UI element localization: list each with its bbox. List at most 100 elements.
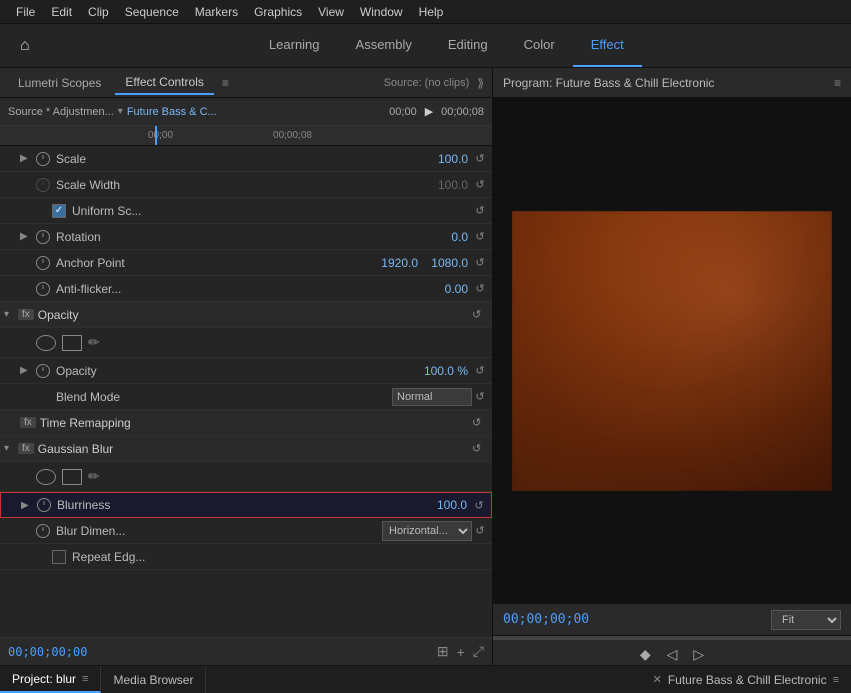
blur-dimensions-dropdown[interactable]: Horizontal... Vertical Horizontal and Ve… — [382, 521, 472, 541]
reset-gaussian-blur[interactable]: ↺ — [472, 442, 488, 455]
blend-mode-dropdown[interactable]: Normal Dissolve Darken Multiply — [392, 388, 472, 406]
timeline-close-icon[interactable]: ✕ — [653, 673, 662, 686]
reset-opacity-section[interactable]: ↺ — [472, 308, 488, 321]
source-header: Source * Adjustmen... ▾ Future Bass & C.… — [0, 98, 492, 126]
label-scale: Scale — [52, 152, 422, 166]
reset-blurriness[interactable]: ↺ — [471, 499, 487, 512]
reset-anchor[interactable]: ↺ — [472, 256, 488, 269]
stopwatch-anchor[interactable] — [34, 254, 52, 272]
stopwatch-blurriness[interactable] — [35, 496, 53, 514]
reset-anti-flicker[interactable]: ↺ — [472, 282, 488, 295]
program-menu-icon[interactable]: ≡ — [834, 76, 841, 90]
home-button[interactable]: ⌂ — [8, 24, 42, 67]
tool-pen-gaussian[interactable]: ✏ — [88, 468, 100, 485]
tool-rectangle[interactable] — [62, 335, 82, 351]
value-anti-flicker[interactable]: 0.00 — [422, 282, 472, 296]
stopwatch-icon-blurriness — [37, 498, 51, 512]
out-point-button[interactable]: ▷ — [693, 646, 704, 663]
reset-time-remapping[interactable]: ↺ — [472, 416, 488, 429]
expand-opacity[interactable]: ▶ — [20, 365, 34, 376]
checkbox-uniform-scale[interactable] — [52, 204, 66, 218]
expand-scale[interactable]: ▶ — [20, 153, 34, 164]
source-clip-name[interactable]: Future Bass & C... — [127, 106, 217, 118]
tab-editing[interactable]: Editing — [430, 24, 506, 67]
value-blurriness[interactable]: 100.0 — [421, 498, 471, 512]
project-tab-menu[interactable]: ≡ — [82, 673, 88, 685]
stopwatch-anti-flicker[interactable] — [34, 280, 52, 298]
menu-bar: File Edit Clip Sequence Markers Graphics… — [0, 0, 851, 24]
reset-scale[interactable]: ↺ — [472, 152, 488, 165]
workspace-bar: ⌂ Learning Assembly Editing Color Effect — [0, 24, 851, 68]
stopwatch-scale[interactable] — [34, 150, 52, 168]
in-point-button[interactable]: ◁ — [667, 646, 678, 663]
tab-color[interactable]: Color — [506, 24, 573, 67]
effect-controls-content[interactable]: ▶ Scale 100.0 ↺ Scale Width 100.0 ↺ — [0, 146, 492, 637]
panel-menu-icon[interactable]: ≡ — [222, 76, 229, 90]
progress-bar[interactable] — [493, 636, 851, 640]
value-rotation[interactable]: 0.0 — [422, 230, 472, 244]
value-anchor-x[interactable]: 1920.0 — [372, 256, 422, 270]
menu-view[interactable]: View — [310, 3, 352, 21]
tab-assembly[interactable]: Assembly — [338, 24, 430, 67]
add-marker-button[interactable]: + — [457, 644, 465, 660]
reset-opacity-value[interactable]: ↺ — [472, 364, 488, 377]
section-title-gaussian-blur: Gaussian Blur — [38, 442, 113, 456]
timeline-tab-menu[interactable]: ≡ — [833, 674, 839, 686]
menu-edit[interactable]: Edit — [43, 3, 80, 21]
menu-help[interactable]: Help — [411, 3, 452, 21]
collapse-gaussian-blur[interactable]: ▾ — [4, 443, 18, 454]
stopwatch-blur-dim[interactable] — [34, 522, 52, 540]
program-monitor: Program: Future Bass & Chill Electronic … — [493, 68, 851, 665]
stopwatch-icon-anti-flicker — [36, 282, 50, 296]
stopwatch-scale-width[interactable] — [34, 176, 52, 194]
checkbox-repeat-edges[interactable] — [52, 550, 66, 564]
value-opacity[interactable]: 100.0 % — [422, 364, 472, 378]
main-layout: Lumetri Scopes Effect Controls ≡ Source:… — [0, 68, 851, 665]
menu-window[interactable]: Window — [352, 3, 411, 21]
panel-tabs: Lumetri Scopes Effect Controls ≡ Source:… — [0, 68, 492, 98]
timecode-display-left[interactable]: 00;00;00;00 — [8, 645, 87, 659]
media-browser-tab-label: Media Browser — [113, 673, 193, 687]
program-timecode[interactable]: 00;00;00;00 — [503, 612, 589, 627]
tool-rect-gaussian[interactable] — [62, 469, 82, 485]
menu-markers[interactable]: Markers — [187, 3, 246, 21]
expand-blurriness[interactable]: ▶ — [21, 500, 35, 511]
expand-timeline-button[interactable]: ⤢ — [473, 643, 484, 660]
reset-blend-mode[interactable]: ↺ — [472, 390, 488, 403]
tool-pen[interactable]: ✏ — [88, 334, 100, 351]
collapse-opacity[interactable]: ▾ — [4, 309, 18, 320]
value-anchor-y[interactable]: 1080.0 — [422, 256, 472, 270]
bottom-tab-timeline[interactable]: ✕ Future Bass & Chill Electronic ≡ — [641, 666, 851, 693]
marker-button[interactable]: ◆ — [640, 646, 651, 663]
menu-sequence[interactable]: Sequence — [117, 3, 187, 21]
property-row-opacity: ▶ Opacity 100.0 % ↺ — [0, 358, 492, 384]
label-rotation: Rotation — [52, 230, 422, 244]
menu-file[interactable]: File — [8, 3, 43, 21]
timeline-play-button[interactable]: ▶ — [425, 105, 433, 118]
panel-expand-icon[interactable]: ⟫ — [477, 76, 484, 90]
reset-blur-dim[interactable]: ↺ — [472, 524, 488, 537]
stopwatch-opacity[interactable] — [34, 362, 52, 380]
fit-dropdown[interactable]: Fit 25% 50% 75% 100% — [771, 610, 841, 630]
tool-ellipse[interactable] — [36, 335, 56, 351]
reset-uniform-scale[interactable]: ↺ — [472, 204, 488, 217]
value-scale[interactable]: 100.0 — [422, 152, 472, 166]
menu-graphics[interactable]: Graphics — [246, 3, 310, 21]
tab-learning[interactable]: Learning — [251, 24, 338, 67]
bottom-tab-media-browser[interactable]: Media Browser — [101, 666, 206, 693]
expand-rotation[interactable]: ▶ — [20, 231, 34, 242]
bottom-tab-project[interactable]: Project: blur ≡ — [0, 666, 101, 693]
reset-scale-width[interactable]: ↺ — [472, 178, 488, 191]
property-row-blurriness: ▶ Blurriness 100.0 ↺ — [0, 492, 492, 518]
section-title-time-remapping: Time Remapping — [40, 416, 131, 430]
filter-button[interactable]: ⊞ — [437, 643, 449, 660]
source-dropdown-icon[interactable]: ▾ — [118, 106, 123, 117]
tool-ellipse-gaussian[interactable] — [36, 469, 56, 485]
tab-effects[interactable]: Effect — [573, 24, 642, 67]
menu-clip[interactable]: Clip — [80, 3, 117, 21]
tab-effect-controls[interactable]: Effect Controls — [115, 71, 213, 95]
tab-lumetri-scopes[interactable]: Lumetri Scopes — [8, 72, 111, 94]
program-title: Program: Future Bass & Chill Electronic — [503, 76, 714, 90]
reset-rotation[interactable]: ↺ — [472, 230, 488, 243]
stopwatch-rotation[interactable] — [34, 228, 52, 246]
